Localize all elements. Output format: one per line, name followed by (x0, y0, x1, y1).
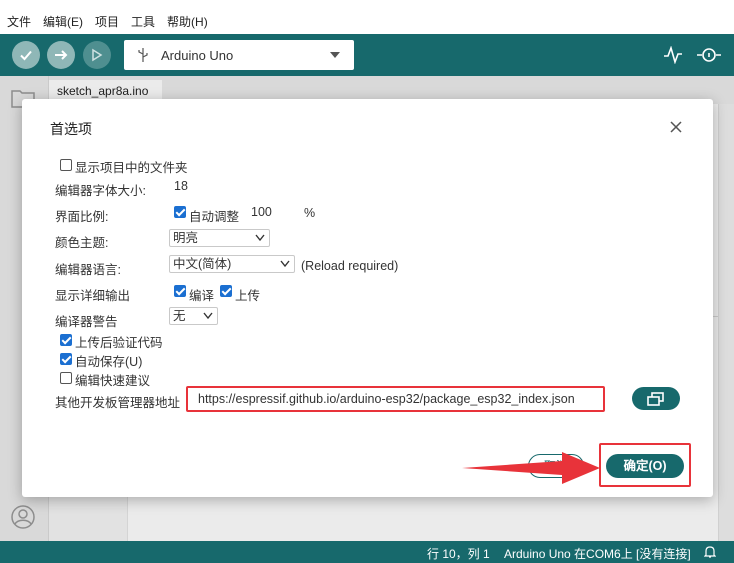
verbose-compile-checkbox[interactable] (174, 285, 186, 297)
show-sketch-files-label: 显示项目中的文件夹 (75, 161, 188, 175)
arrow-right-icon (55, 50, 68, 60)
language-select[interactable]: 中文(简体) (169, 255, 295, 273)
menu-file[interactable]: 文件 (7, 13, 31, 30)
toolbar: Arduino Uno (0, 34, 734, 76)
chevron-down-icon (280, 260, 290, 268)
board-label: Arduino Uno (161, 47, 234, 63)
font-size-label: 编辑器字体大小: (55, 184, 146, 198)
warnings-label: 编译器警告 (55, 315, 118, 329)
auto-scale-checkbox[interactable] (174, 206, 186, 218)
close-icon[interactable] (667, 118, 685, 136)
preferences-dialog: 首选项 显示项目中的文件夹 编辑器字体大小: 18 界面比例: 自动调整 100… (22, 99, 713, 497)
window-icon (647, 391, 664, 406)
theme-select[interactable]: 明亮 (169, 229, 270, 247)
bell-icon[interactable] (704, 545, 716, 559)
menu-bar: 文件 编辑(E) 项目 工具 帮助(H) (0, 9, 734, 34)
verify-button[interactable] (12, 41, 40, 69)
upload-button[interactable] (47, 41, 75, 69)
board-selector[interactable]: Arduino Uno (124, 40, 354, 70)
verbose-upload-label: 上传 (235, 289, 261, 303)
arrow-annotation-icon (462, 452, 600, 484)
show-sketch-files-checkbox[interactable] (60, 159, 72, 171)
board-status: Arduino Uno 在COM6上 [没有连接] (504, 547, 691, 561)
menu-tools[interactable]: 工具 (131, 13, 155, 30)
menu-sketch[interactable]: 项目 (95, 13, 119, 30)
debug-icon (92, 48, 103, 62)
verify-after-upload-label: 上传后验证代码 (75, 336, 163, 350)
font-size-input[interactable]: 18 (169, 176, 230, 196)
scale-input[interactable]: 100 (246, 202, 306, 222)
verify-after-upload-checkbox[interactable] (60, 334, 72, 346)
board-urls-input[interactable]: https://espressif.github.io/arduino-esp3… (186, 386, 605, 412)
warnings-select[interactable]: 无 (169, 307, 218, 325)
quick-suggestions-checkbox[interactable] (60, 372, 72, 384)
theme-label: 颜色主题: (55, 236, 109, 250)
verbose-label: 显示详细输出 (55, 289, 131, 303)
verbose-compile-label: 编译 (189, 289, 215, 303)
check-icon (20, 50, 32, 61)
auto-save-checkbox[interactable] (60, 353, 72, 365)
verbose-upload-checkbox[interactable] (220, 285, 232, 297)
menu-help[interactable]: 帮助(H) (167, 13, 208, 30)
chevron-down-icon (330, 52, 340, 58)
dialog-title: 首选项 (50, 121, 92, 137)
warnings-value: 无 (173, 309, 186, 323)
status-bar: 行 10，列 1 Arduino Uno 在COM6上 [没有连接] (0, 541, 734, 563)
reload-note: (Reload required) (301, 259, 399, 273)
auto-scale-label: 自动调整 (189, 210, 240, 224)
serial-monitor-icon[interactable] (696, 44, 722, 66)
usb-icon (138, 48, 148, 62)
serial-plotter-icon[interactable] (663, 46, 683, 64)
theme-value: 明亮 (173, 231, 199, 245)
auto-save-label: 自动保存(U) (75, 355, 143, 369)
title-strip (0, 0, 734, 9)
cursor-position: 行 10，列 1 (427, 547, 490, 561)
interface-scale-label: 界面比例: (55, 210, 109, 224)
language-value: 中文(简体) (173, 257, 232, 271)
language-label: 编辑器语言: (55, 263, 121, 277)
board-urls-label: 其他开发板管理器地址 (55, 396, 181, 410)
quick-suggestions-label: 编辑快速建议 (75, 374, 151, 388)
ok-button[interactable]: 确定(O) (606, 454, 684, 478)
chevron-down-icon (203, 312, 213, 320)
debug-button[interactable] (83, 41, 111, 69)
menu-edit[interactable]: 编辑(E) (43, 13, 83, 30)
scale-unit: % (304, 206, 316, 220)
chevron-down-icon (255, 234, 265, 242)
edit-urls-button[interactable] (632, 387, 680, 410)
board-urls-value: https://espressif.github.io/arduino-esp3… (198, 392, 575, 406)
